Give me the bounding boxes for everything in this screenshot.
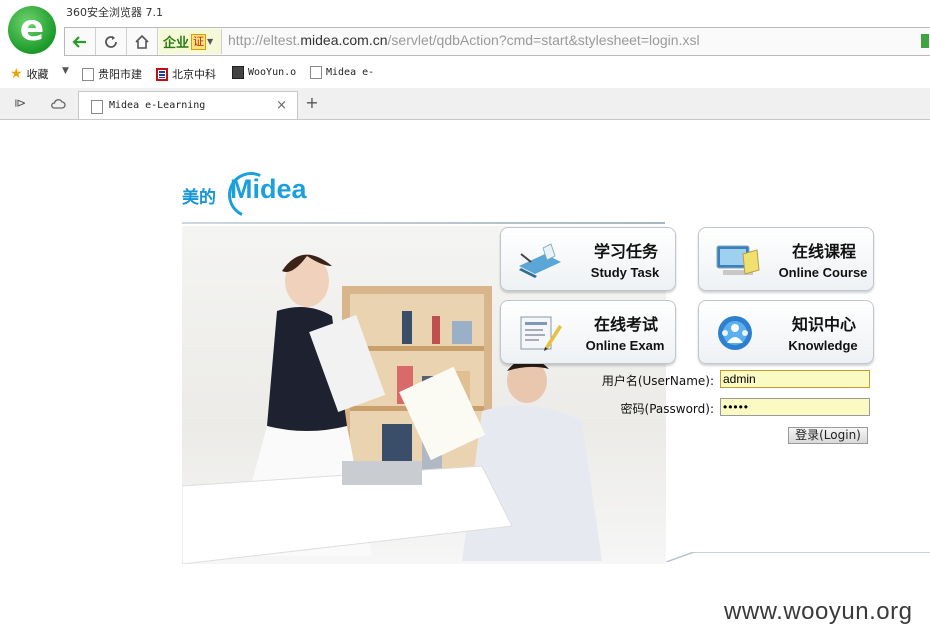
enterprise-cert-badge[interactable]: 企业 证 ▼ bbox=[159, 29, 222, 54]
online-exam-button[interactable]: 在线考试 Online Exam bbox=[500, 300, 676, 364]
back-arrow-icon bbox=[72, 35, 86, 48]
star-icon: ★ bbox=[10, 66, 23, 82]
bookmark-label: WooYun.o bbox=[248, 67, 297, 78]
url-prefix: http://eltest. bbox=[228, 32, 301, 48]
username-label: 用户名(UserName): bbox=[601, 374, 714, 388]
knowledge-icon bbox=[718, 316, 752, 350]
bookmarks-bar: ★ 收藏 ▼ 贵阳市建 北京中科 WooYun.o Midea e- bbox=[0, 60, 930, 86]
url-host: midea.com.cn bbox=[300, 32, 388, 48]
login-button[interactable]: 登录(Login) bbox=[788, 427, 868, 444]
tile-title-cn: 学习任务 bbox=[593, 242, 658, 261]
navigation-bar: 企业 证 ▼ http://eltest.midea.com.cn/servle… bbox=[64, 27, 930, 56]
online-course-icon bbox=[716, 245, 760, 275]
brand-cn: 美的 bbox=[182, 188, 216, 208]
refresh-icon bbox=[105, 35, 117, 48]
chevron-down-icon: ▼ bbox=[207, 37, 214, 46]
security-shield-icon[interactable] bbox=[921, 34, 929, 48]
browser-logo-icon: e bbox=[8, 6, 56, 54]
url-path: /servlet/qdbAction?cmd=start&stylesheet=… bbox=[387, 32, 700, 48]
tab-title: Midea e-Learning bbox=[109, 100, 206, 111]
page-icon bbox=[310, 66, 322, 79]
page-icon bbox=[91, 100, 103, 114]
tile-title-cn: 在线课程 bbox=[791, 242, 856, 261]
password-field[interactable]: ••••• bbox=[720, 398, 870, 416]
bookmark-label: 北京中科 bbox=[172, 68, 216, 81]
tile-title-en: Online Exam bbox=[585, 338, 665, 353]
tile-title-en: Study Task bbox=[590, 265, 660, 280]
enterprise-label: 企业 bbox=[163, 36, 190, 51]
home-icon bbox=[135, 34, 149, 49]
tile-title-en: Knowledge bbox=[788, 338, 858, 353]
divider bbox=[666, 552, 930, 562]
new-tab-button[interactable]: + bbox=[302, 94, 322, 114]
bookmark-label: Midea e- bbox=[326, 67, 375, 78]
knowledge-button[interactable]: 知识中心 Knowledge bbox=[698, 300, 874, 364]
cloud-icon[interactable] bbox=[50, 96, 66, 112]
online-course-button[interactable]: 在线课程 Online Course bbox=[698, 227, 874, 291]
refresh-button[interactable] bbox=[96, 28, 127, 55]
sidebar-toggle-icon[interactable]: ⧐ bbox=[12, 96, 28, 112]
tab-bar: ⧐ Midea e-Learning × + bbox=[0, 88, 930, 120]
bookmark-item[interactable]: 北京中科 bbox=[156, 66, 216, 82]
study-task-button[interactable]: 学习任务 Study Task bbox=[500, 227, 676, 291]
bookmark-label: 贵阳市建 bbox=[98, 68, 142, 81]
tile-title-cn: 在线考试 bbox=[593, 315, 658, 334]
tile-title-cn: 知识中心 bbox=[791, 315, 856, 334]
study-task-icon bbox=[519, 243, 561, 278]
tab-midea-elearning[interactable]: Midea e-Learning × bbox=[78, 91, 298, 119]
favorites-dropdown[interactable]: ▼ bbox=[62, 66, 69, 76]
favorites-label: 收藏 bbox=[26, 68, 49, 81]
app-title: 360安全浏览器 7.1 bbox=[66, 6, 163, 19]
home-button[interactable] bbox=[127, 28, 158, 55]
bookmark-item[interactable]: Midea e- bbox=[310, 66, 374, 79]
close-icon[interactable]: × bbox=[276, 98, 287, 113]
watermark: www.wooyun.org bbox=[724, 598, 913, 625]
bookmark-item[interactable]: 贵阳市建 bbox=[82, 66, 142, 82]
online-exam-icon bbox=[520, 316, 562, 351]
cert-icon: 证 bbox=[191, 33, 207, 50]
wooyun-favicon-icon bbox=[232, 66, 244, 79]
divider bbox=[182, 222, 665, 224]
tile-title-en: Online Course bbox=[778, 265, 868, 280]
favorites-button[interactable]: ★ 收藏 bbox=[10, 66, 49, 82]
page-icon bbox=[82, 67, 94, 81]
password-label: 密码(Password): bbox=[620, 402, 714, 416]
back-button[interactable] bbox=[65, 28, 96, 55]
site-favicon-icon bbox=[156, 67, 168, 81]
brand-en: Midea bbox=[230, 174, 307, 204]
chevron-down-icon: ▼ bbox=[62, 66, 69, 76]
bookmark-item[interactable]: WooYun.o bbox=[232, 66, 296, 79]
username-field[interactable] bbox=[720, 370, 870, 388]
address-bar[interactable]: http://eltest.midea.com.cn/servlet/qdbAc… bbox=[228, 32, 700, 48]
